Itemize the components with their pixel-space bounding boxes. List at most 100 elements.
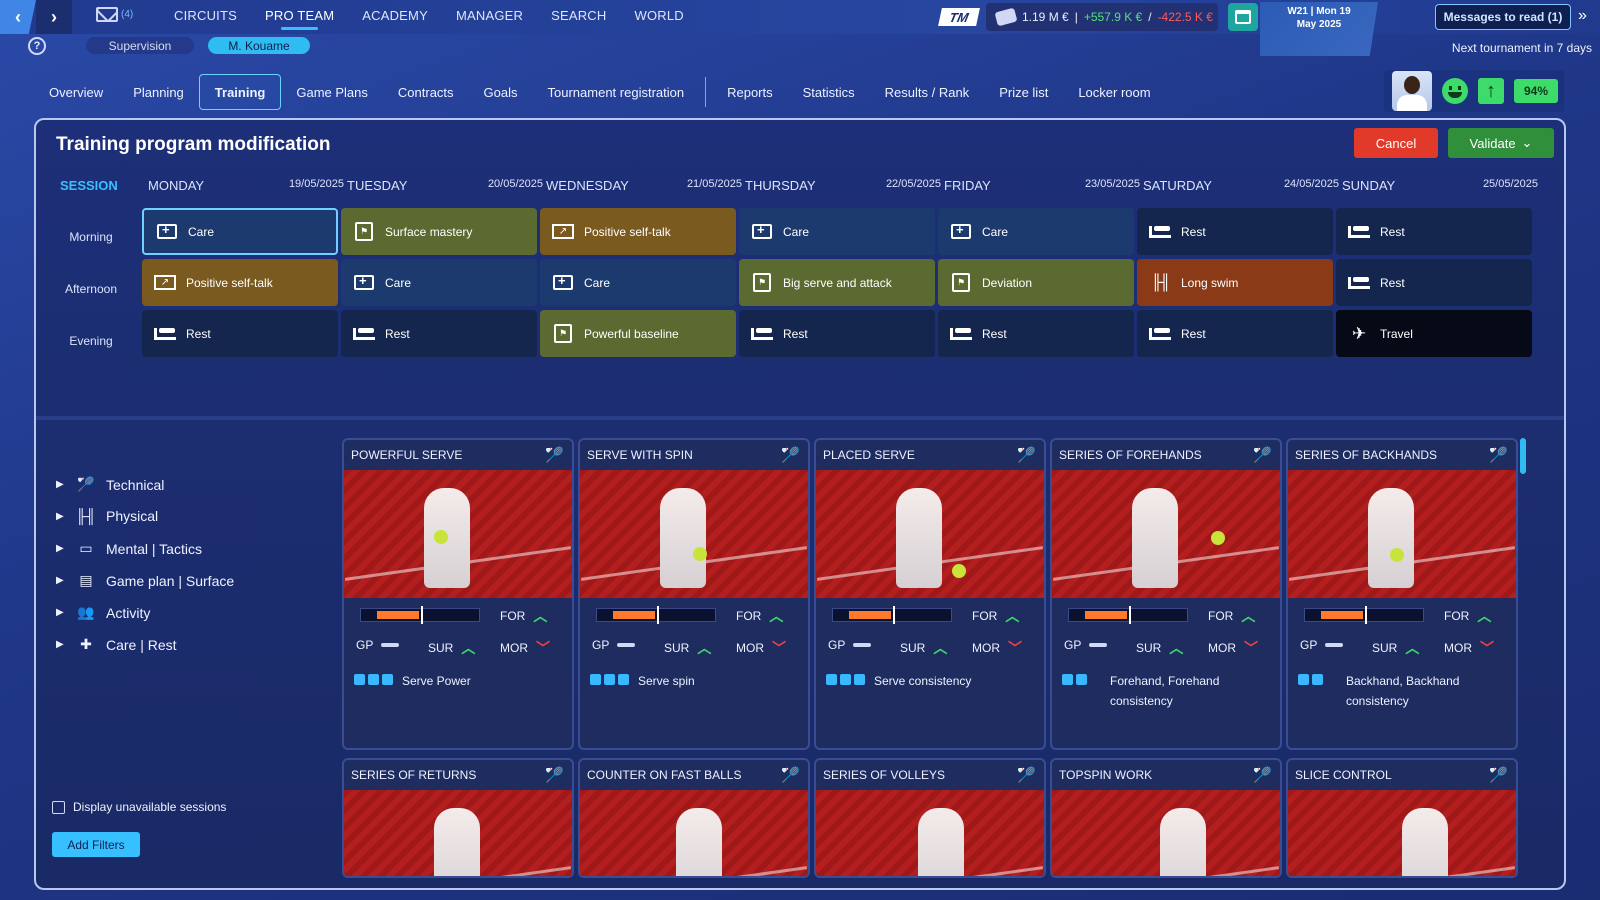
arrow-up-icon: ︿	[1169, 640, 1184, 656]
top-bar: ‹ › (4) CIRCUITS PRO TEAM ACADEMY MANAGE…	[0, 0, 1600, 56]
tab-contracts[interactable]: Contracts	[383, 74, 469, 110]
training-slot[interactable]: Rest	[1336, 259, 1532, 306]
tm-logo: TM	[938, 8, 980, 26]
neutral-dash-icon	[853, 643, 872, 647]
nav-manager[interactable]: MANAGER	[456, 0, 523, 34]
stat-for: FOR ︿	[500, 608, 548, 624]
day-date: 23/05/2025	[1084, 178, 1140, 190]
stat-sur: SUR ︿	[1372, 640, 1420, 656]
training-slot[interactable]: ✈ Travel	[1336, 310, 1532, 357]
messages-button[interactable]: Messages to read (1)	[1435, 4, 1571, 30]
slot-icon	[950, 222, 972, 241]
card-title: SERIES OF BACKHANDS	[1295, 448, 1438, 462]
tab-reports[interactable]: Reports	[712, 74, 788, 110]
training-card[interactable]: SERVE WITH SPIN 🏸 FOR ︿ GP SUR ︿ MOR ﹀ Serve spin	[578, 438, 810, 750]
arrow-down-icon: ﹀	[1480, 640, 1494, 656]
tab-results-rank[interactable]: Results / Rank	[870, 74, 985, 110]
training-slot[interactable]: Rest	[1137, 208, 1333, 255]
checkbox[interactable]	[52, 800, 65, 814]
training-slot[interactable]: Care	[938, 208, 1134, 255]
tab-game-plans[interactable]: Game Plans	[281, 74, 383, 110]
training-slot[interactable]: ⚑ Surface mastery	[341, 208, 537, 255]
training-slot[interactable]: Rest	[341, 310, 537, 357]
category-care-rest[interactable]: ▶ ✚ Care | Rest	[56, 636, 177, 653]
cards-scrollbar[interactable]	[1520, 438, 1526, 474]
forward-arrow-icon[interactable]: ›	[36, 0, 72, 34]
training-slot[interactable]: Care	[341, 259, 537, 306]
training-card[interactable]: SERIES OF FOREHANDS 🏸 FOR ︿ GP SUR ︿ MOR ﹀ Foreha…	[1050, 438, 1282, 750]
category-activity[interactable]: ▶ 👥 Activity	[56, 604, 150, 621]
calendar-button[interactable]	[1228, 3, 1258, 31]
supervision-tab[interactable]: Supervision	[86, 37, 194, 54]
mail-button[interactable]: (4)	[96, 7, 133, 22]
level-dot	[1076, 674, 1087, 685]
current-date[interactable]: W21 | Mon 19 May 2025	[1260, 2, 1378, 56]
add-filters-button[interactable]: Add Filters	[52, 832, 140, 857]
tab-locker-room[interactable]: Locker room	[1063, 74, 1165, 110]
training-slot[interactable]: Rest	[1336, 208, 1532, 255]
category-technical[interactable]: ▶ 🏸 Technical	[56, 476, 164, 493]
slot-label: Rest	[1181, 326, 1206, 341]
training-card[interactable]: TOPSPIN WORK 🏸	[1050, 758, 1282, 878]
arrow-down-icon: ﹀	[1244, 640, 1258, 656]
tab-training[interactable]: Training	[198, 74, 282, 110]
nav-search[interactable]: SEARCH	[551, 0, 606, 34]
training-card[interactable]: POWERFUL SERVE 🏸 FOR ︿ GP SUR ︿ MOR ﹀ Serve Power	[342, 438, 574, 750]
tab-goals[interactable]: Goals	[469, 74, 533, 110]
slot-label: Rest	[1380, 224, 1405, 239]
finances[interactable]: 1.19 M € | +557.9 K € / -422.5 K €	[986, 3, 1218, 31]
help-icon[interactable]: ?	[28, 37, 46, 55]
training-card[interactable]: COUNTER ON FAST BALLS 🏸	[578, 758, 810, 878]
training-slot[interactable]: ⚑ Powerful baseline	[540, 310, 736, 357]
chevron-down-icon: ⌄	[1521, 135, 1533, 150]
tab-prize-list[interactable]: Prize list	[984, 74, 1063, 110]
nav-pro-team[interactable]: PRO TEAM	[265, 0, 334, 34]
training-slot[interactable]: Rest	[1137, 310, 1333, 357]
double-chevron-right-icon[interactable]: »	[1578, 7, 1587, 25]
bed-icon	[353, 327, 375, 340]
nav-circuits[interactable]: CIRCUITS	[174, 0, 237, 34]
training-slot[interactable]: Rest	[938, 310, 1134, 357]
training-slot[interactable]: ╟╢ Long swim	[1137, 259, 1333, 306]
training-slot[interactable]: Rest	[142, 310, 338, 357]
training-slot[interactable]: ⚑ Deviation	[938, 259, 1134, 306]
training-card[interactable]: SERIES OF VOLLEYS 🏸	[814, 758, 1046, 878]
validate-button[interactable]: Validate ⌄	[1448, 128, 1554, 158]
slot-label: Rest	[1380, 275, 1405, 290]
back-arrow-icon[interactable]: ‹	[0, 0, 36, 34]
category-mental-tactics[interactable]: ▶ ▭ Mental | Tactics	[56, 540, 202, 557]
training-slot[interactable]: ⚑ Big serve and attack	[739, 259, 935, 306]
training-slot[interactable]: Rest	[739, 310, 935, 357]
player-tab[interactable]: M. Kouame	[208, 37, 310, 54]
category-game-plan-surface[interactable]: ▶ ▤ Game plan | Surface	[56, 572, 234, 589]
training-slot[interactable]: Care	[540, 259, 736, 306]
nav-academy[interactable]: ACADEMY	[362, 0, 428, 34]
avatar[interactable]	[1392, 71, 1432, 111]
nav-world[interactable]: WORLD	[635, 0, 684, 34]
training-slot[interactable]: ↗ Positive self-talk	[142, 259, 338, 306]
level-dot	[618, 674, 629, 685]
training-card[interactable]: SERIES OF RETURNS 🏸	[342, 758, 574, 878]
neutral-dash-icon	[1089, 643, 1108, 647]
training-slot[interactable]: Care	[142, 208, 338, 255]
airplane-icon: ✈	[1351, 323, 1367, 343]
intensity-bar	[832, 606, 952, 624]
training-card[interactable]: SLICE CONTROL 🏸	[1286, 758, 1518, 878]
tab-overview[interactable]: Overview	[34, 74, 118, 110]
category-physical[interactable]: ▶ ╟╢ Physical	[56, 508, 158, 524]
training-card[interactable]: SERIES OF BACKHANDS 🏸 FOR ︿ GP SUR ︿ MOR ﹀ Backha…	[1286, 438, 1518, 750]
tab-statistics[interactable]: Statistics	[788, 74, 870, 110]
card-image	[816, 470, 1044, 598]
day-name: TUESDAY	[347, 178, 408, 193]
stat-for: FOR ︿	[1208, 608, 1256, 624]
cancel-button[interactable]: Cancel	[1354, 128, 1438, 158]
tab-planning[interactable]: Planning	[118, 74, 199, 110]
tab-tournament-registration[interactable]: Tournament registration	[533, 74, 700, 110]
training-slot[interactable]: ↗ Positive self-talk	[540, 208, 736, 255]
training-slot[interactable]: Care	[739, 208, 935, 255]
unavailable-sessions-toggle[interactable]: Display unavailable sessions	[52, 800, 226, 814]
day-date: 21/05/2025	[686, 178, 742, 190]
training-card[interactable]: PLACED SERVE 🏸 FOR ︿ GP SUR ︿ MOR ﹀ Serve consist…	[814, 438, 1046, 750]
stat-gp: GP	[592, 638, 636, 652]
level-dots	[826, 674, 865, 685]
